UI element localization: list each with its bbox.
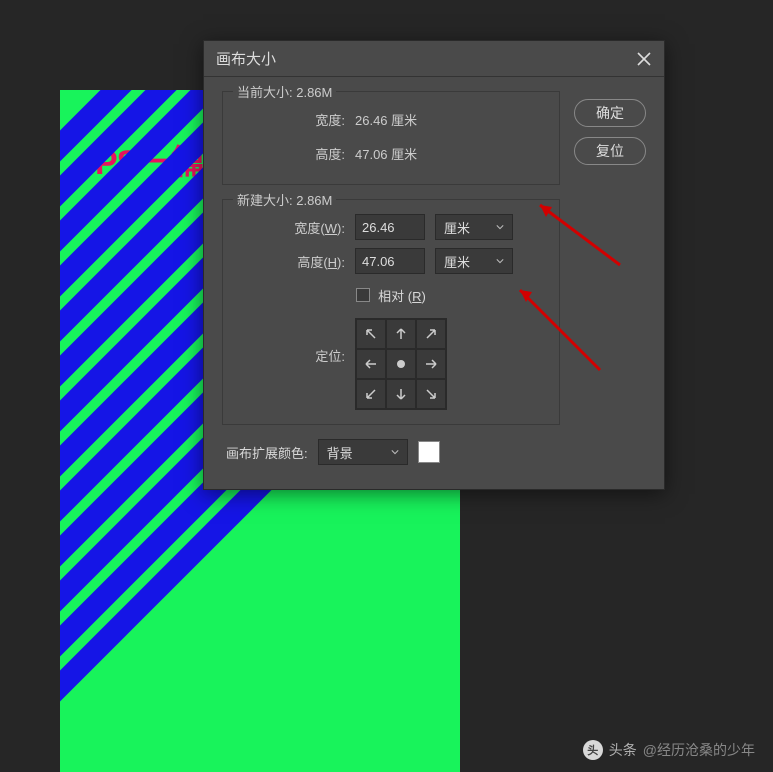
extension-row: 画布扩展颜色: 背景 xyxy=(222,439,560,471)
chevron-down-icon xyxy=(391,448,399,456)
chevron-down-icon xyxy=(496,257,504,265)
attribution-footer: 头 头条 @经历沧桑的少年 xyxy=(583,740,755,760)
chevron-down-icon xyxy=(496,223,504,231)
footer-prefix: 头条 xyxy=(609,740,637,760)
relative-checkbox[interactable] xyxy=(356,288,370,302)
width-unit-value: 厘米 xyxy=(444,218,470,237)
height-input[interactable]: 47.06 xyxy=(355,248,425,274)
current-height-label: 高度: xyxy=(235,144,345,163)
footer-author: @经历沧桑的少年 xyxy=(643,740,755,760)
current-size-label: 当前大小: 2.86M xyxy=(233,82,336,101)
close-icon[interactable] xyxy=(636,51,652,67)
anchor-nw[interactable] xyxy=(356,319,386,349)
new-size-group: 新建大小: 2.86M 宽度(W): 26.46 厘米 高度(H): 47.06… xyxy=(222,199,560,425)
new-width-label: 宽度(W): xyxy=(235,218,345,237)
extension-select[interactable]: 背景 xyxy=(318,439,408,465)
extension-value: 背景 xyxy=(327,443,353,462)
color-swatch[interactable] xyxy=(418,441,440,463)
canvas-size-dialog: 画布大小 当前大小: 2.86M 宽度: 26.46 厘米 高度: 47.06 … xyxy=(203,40,665,490)
height-unit-value: 厘米 xyxy=(444,252,470,271)
reset-button[interactable]: 复位 xyxy=(574,137,646,165)
dialog-title: 画布大小 xyxy=(216,48,276,69)
anchor-grid xyxy=(355,318,447,410)
anchor-se[interactable] xyxy=(416,379,446,409)
current-height-value: 47.06 厘米 xyxy=(355,144,417,163)
height-unit-select[interactable]: 厘米 xyxy=(435,248,513,274)
anchor-w[interactable] xyxy=(356,349,386,379)
relative-label: 相对 (R) xyxy=(378,286,426,305)
ok-button[interactable]: 确定 xyxy=(574,99,646,127)
new-height-label: 高度(H): xyxy=(235,252,345,271)
current-size-group: 当前大小: 2.86M 宽度: 26.46 厘米 高度: 47.06 厘米 xyxy=(222,91,560,185)
anchor-ne[interactable] xyxy=(416,319,446,349)
width-input[interactable]: 26.46 xyxy=(355,214,425,240)
new-size-label: 新建大小: 2.86M xyxy=(233,190,336,209)
current-width-value: 26.46 厘米 xyxy=(355,110,417,129)
dot-icon xyxy=(397,360,405,368)
anchor-sw[interactable] xyxy=(356,379,386,409)
toutiao-icon: 头 xyxy=(583,740,603,760)
anchor-s[interactable] xyxy=(386,379,416,409)
titlebar[interactable]: 画布大小 xyxy=(204,41,664,77)
anchor-e[interactable] xyxy=(416,349,446,379)
extension-label: 画布扩展颜色: xyxy=(226,443,308,462)
current-width-label: 宽度: xyxy=(235,110,345,129)
anchor-center[interactable] xyxy=(386,349,416,379)
anchor-n[interactable] xyxy=(386,319,416,349)
anchor-label: 定位: xyxy=(235,318,345,365)
width-unit-select[interactable]: 厘米 xyxy=(435,214,513,240)
